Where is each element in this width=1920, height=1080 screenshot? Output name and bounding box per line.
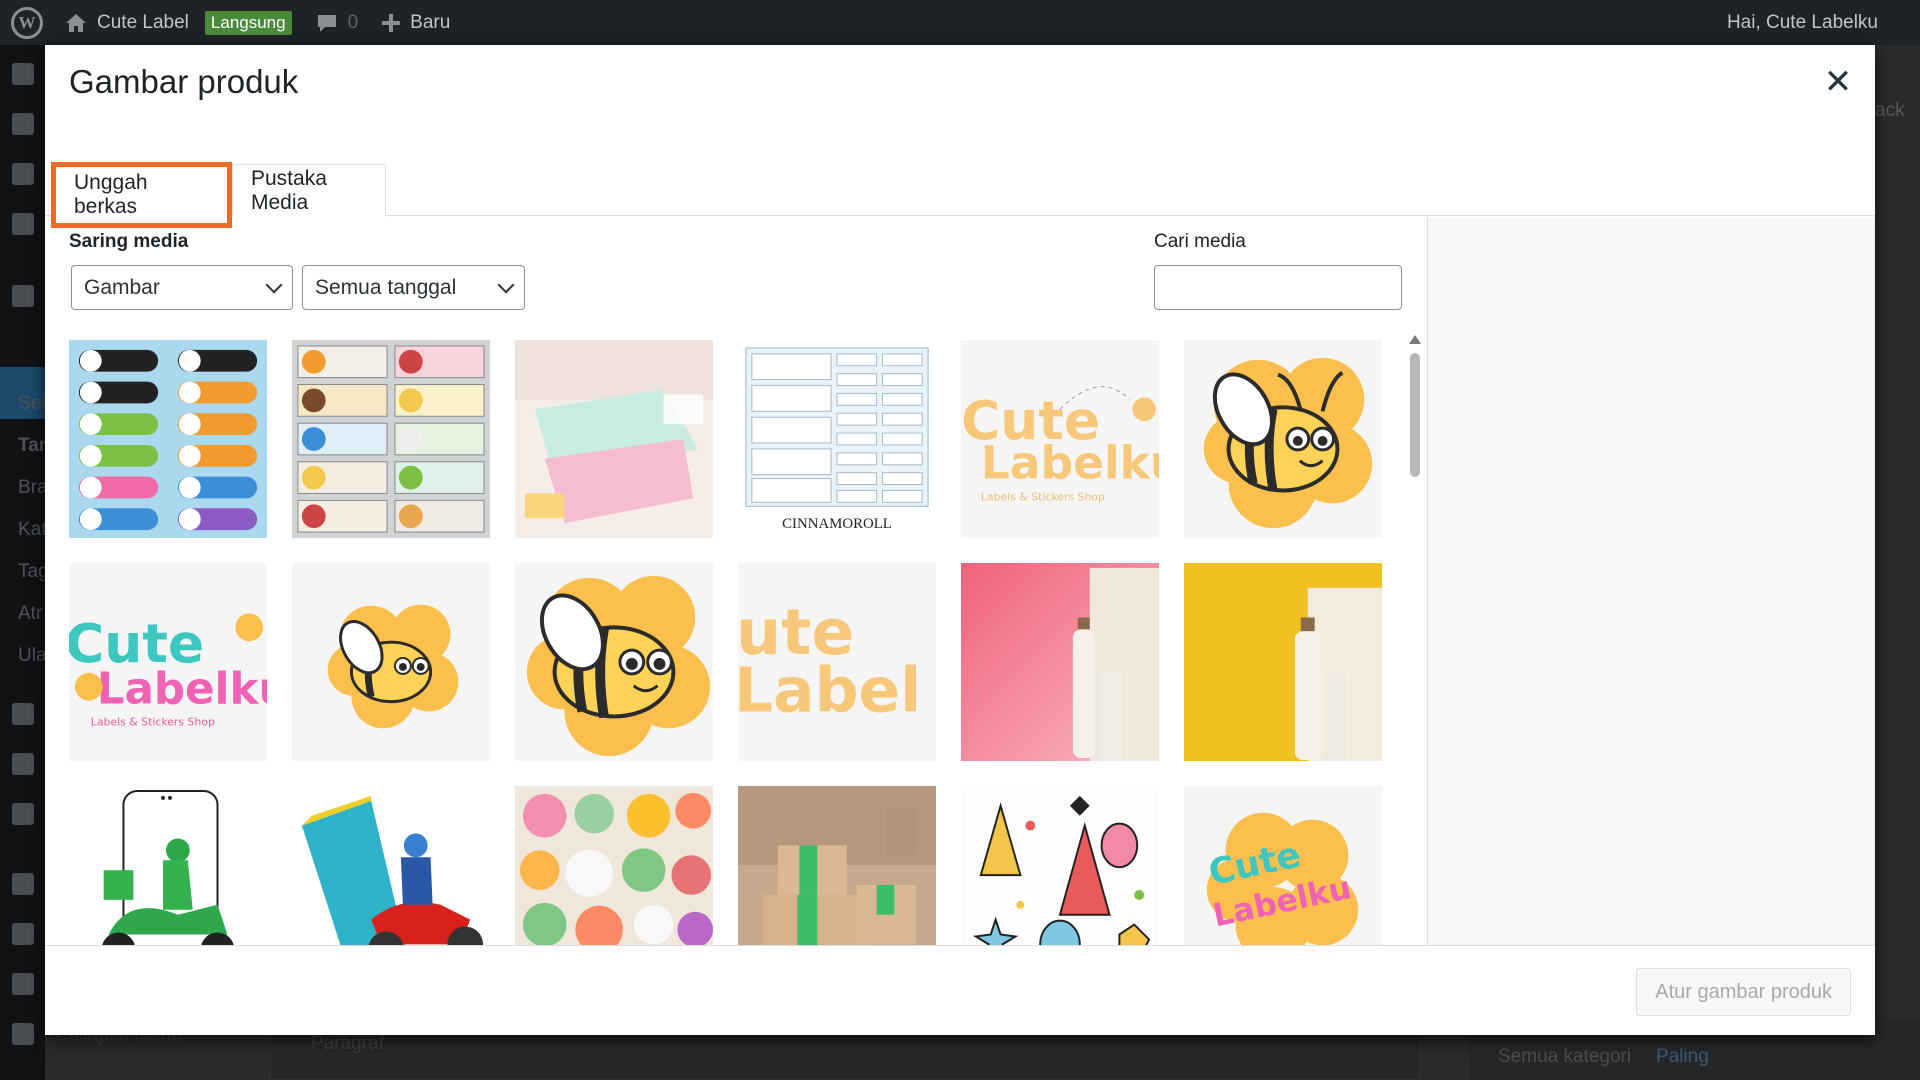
media-icon[interactable] bbox=[12, 113, 34, 135]
media-grid: CINNAMOROLL Cute Labelku Labels & Sticke… bbox=[69, 340, 1399, 989]
woocommerce-icon[interactable] bbox=[12, 285, 34, 307]
users-icon[interactable] bbox=[12, 923, 34, 945]
tsum-grid-image bbox=[292, 340, 490, 538]
media-thumbnail[interactable]: Cute Labelku Labels & Stickers Shop bbox=[961, 340, 1159, 538]
tab-media-library[interactable]: Pustaka Media bbox=[232, 164, 386, 217]
menu-fragment: Ula bbox=[18, 645, 47, 666]
site-name-link[interactable]: Cute Label Langsung bbox=[65, 10, 292, 35]
menu-fragment: Atr bbox=[18, 603, 43, 624]
logo-bottom-text: Label bbox=[738, 656, 921, 727]
bottle-yellow-image bbox=[1184, 563, 1382, 761]
pencil-case-image bbox=[515, 340, 713, 538]
media-thumbnail[interactable] bbox=[1184, 340, 1382, 538]
account-greeting[interactable]: Hai, Cute Labelku bbox=[1727, 12, 1878, 34]
pin-icon[interactable] bbox=[12, 63, 34, 85]
media-browser: Saring media Gambar Semua tanggal Cari m… bbox=[45, 217, 1427, 989]
grid-scrollbar[interactable] bbox=[1407, 335, 1423, 983]
menu-fragment: Kat bbox=[18, 519, 47, 540]
set-product-image-button[interactable]: Atur gambar produk bbox=[1636, 968, 1851, 1016]
modal-tabs: Unggah berkas Pustaka Media bbox=[45, 120, 1875, 228]
search-label: Cari media bbox=[1154, 231, 1246, 252]
scroll-thumb[interactable] bbox=[1410, 353, 1420, 477]
menu-fragment: Bra bbox=[18, 477, 48, 498]
comments-count: 0 bbox=[347, 11, 359, 33]
new-content-link[interactable]: Baru bbox=[382, 12, 450, 34]
filter-date-value: Semua tanggal bbox=[315, 275, 457, 299]
status-badge: Langsung bbox=[204, 10, 292, 35]
analytics-icon[interactable] bbox=[12, 753, 34, 775]
menu-fragment: Tar bbox=[18, 435, 47, 456]
menu-fragment: Ser bbox=[18, 393, 48, 414]
site-name: Cute Label bbox=[97, 11, 189, 33]
new-label: Baru bbox=[410, 11, 451, 33]
media-thumbnail[interactable] bbox=[69, 340, 267, 538]
media-thumbnail[interactable] bbox=[515, 563, 713, 761]
cute-labelku-color-image: Cute Labelku Labels & Stickers Shop bbox=[69, 563, 267, 761]
attachment-details-sidebar bbox=[1427, 217, 1875, 989]
close-icon: ✕ bbox=[1823, 63, 1853, 101]
plus-icon bbox=[382, 13, 401, 32]
logo-tagline: Labels & Stickers Shop bbox=[981, 490, 1105, 503]
bee-mascot-small-image bbox=[292, 563, 490, 761]
media-thumbnail[interactable] bbox=[515, 340, 713, 538]
logo-bottom-text: Labelku bbox=[97, 665, 267, 715]
cinnamoroll-caption: CINNAMOROLL bbox=[782, 516, 892, 532]
tsum-salsabila-image bbox=[69, 340, 267, 538]
media-thumbnail[interactable]: Cute Labelku Labels & Stickers Shop bbox=[69, 563, 267, 761]
filter-type-select[interactable]: Gambar bbox=[71, 265, 293, 310]
media-thumbnail[interactable] bbox=[961, 563, 1159, 761]
media-thumbnail-selected[interactable]: CINNAMOROLL bbox=[738, 340, 936, 538]
filter-date-select[interactable]: Semua tanggal bbox=[302, 265, 525, 310]
media-modal: Gambar produk ✕ Unggah berkas Pustaka Me… bbox=[45, 45, 1875, 1035]
category-all: Semua kategori bbox=[1498, 1046, 1632, 1067]
collapse-icon[interactable] bbox=[12, 1023, 34, 1045]
bee-mascot-large-image bbox=[515, 563, 713, 761]
pages-icon[interactable] bbox=[12, 163, 34, 185]
logo-tagline: Labels & Stickers Shop bbox=[91, 715, 215, 728]
home-icon bbox=[66, 13, 86, 32]
modal-toolbar: Atur gambar produk bbox=[45, 945, 1875, 1035]
filter-type-value: Gambar bbox=[84, 275, 160, 299]
wordpress-logo-icon[interactable]: W bbox=[11, 6, 43, 39]
modal-title: Gambar produk bbox=[69, 63, 299, 100]
media-thumbnail[interactable] bbox=[292, 340, 490, 538]
admin-bar: W Cute Label Langsung 0 Baru Hai, Cute L… bbox=[0, 0, 1920, 45]
cute-labelku-cropped-image: ute Label bbox=[738, 563, 936, 761]
comments-menu-icon[interactable] bbox=[12, 213, 34, 235]
chevron-down-icon bbox=[497, 276, 515, 293]
close-button[interactable]: ✕ bbox=[1813, 57, 1863, 107]
search-media-input[interactable] bbox=[1154, 265, 1402, 310]
editor-paragraph: Paragraf bbox=[311, 1033, 384, 1054]
cinnamoroll-labels-image: CINNAMOROLL bbox=[738, 340, 936, 538]
bee-mascot-image bbox=[1184, 340, 1382, 538]
cute-labelku-logo-image: Cute Labelku Labels & Stickers Shop bbox=[961, 340, 1159, 538]
scroll-up-arrow-icon[interactable] bbox=[1409, 335, 1421, 344]
tools-icon[interactable] bbox=[12, 973, 34, 995]
logo-bottom-text: Labelku bbox=[981, 437, 1159, 490]
comment-icon bbox=[317, 14, 336, 32]
media-thumbnail[interactable] bbox=[292, 563, 490, 761]
chevron-down-icon bbox=[265, 276, 283, 293]
right-fragment: ack bbox=[1875, 100, 1905, 121]
bottle-pink-image bbox=[961, 563, 1159, 761]
payments-icon[interactable] bbox=[12, 703, 34, 725]
media-thumbnail[interactable]: ute Label bbox=[738, 563, 936, 761]
media-thumbnail[interactable] bbox=[1184, 563, 1382, 761]
appearance-icon[interactable] bbox=[12, 873, 34, 895]
category-popular: Paling bbox=[1656, 1046, 1709, 1067]
comments-link[interactable]: 0 bbox=[316, 11, 359, 34]
marketing-icon[interactable] bbox=[12, 803, 34, 825]
filter-label: Saring media bbox=[69, 231, 189, 252]
